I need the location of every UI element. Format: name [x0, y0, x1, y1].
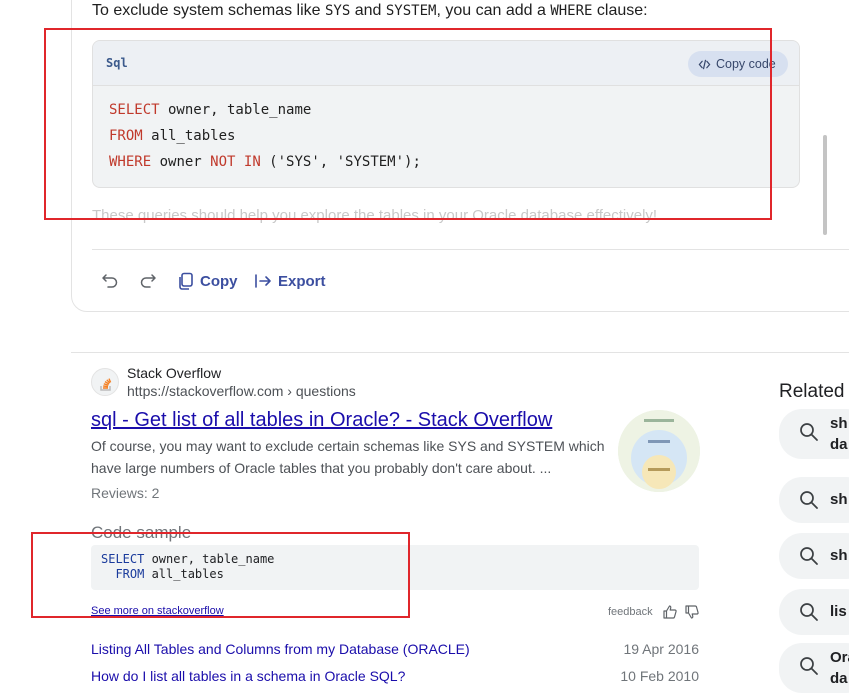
copy-label: Copy [200, 272, 238, 290]
section-divider [71, 352, 849, 353]
related-search-chip[interactable]: sh da [779, 409, 849, 459]
result-thumbnail[interactable] [618, 410, 700, 492]
result-snippet: Of course, you may want to exclude certa… [91, 438, 605, 476]
result-reviews: Reviews: 2 [91, 485, 160, 501]
thumbs-down-icon[interactable] [684, 604, 700, 620]
annotation-highlight-box [31, 532, 410, 618]
answer-intro-text: To exclude system schemas like SYS and S… [92, 2, 648, 19]
related-heading: Related [779, 381, 845, 402]
related-search-text: sh da [830, 415, 848, 453]
related-search-chip[interactable]: lis [779, 589, 849, 635]
search-icon [800, 657, 818, 675]
answer-divider [92, 249, 849, 250]
stackoverflow-favicon [91, 368, 119, 396]
export-button[interactable]: Export [254, 270, 326, 292]
annotation-highlight-box [44, 28, 772, 220]
scrollbar-thumb[interactable] [823, 135, 827, 235]
search-icon [800, 547, 818, 565]
related-question-date: 10 Feb 2010 [620, 668, 699, 684]
feedback-link[interactable]: feedback [608, 606, 653, 618]
related-search-text: sh [830, 547, 848, 564]
search-icon [800, 491, 818, 509]
related-search-text: sh [830, 491, 848, 508]
export-label: Export [278, 272, 326, 290]
redo-icon[interactable] [138, 271, 158, 291]
thumbs-up-icon[interactable] [662, 604, 678, 620]
search-icon [800, 423, 818, 441]
search-icon [800, 603, 818, 621]
related-search-chip[interactable]: sh [779, 533, 849, 579]
related-search-text: Orada [830, 649, 849, 687]
result-title-link[interactable]: sql - Get list of all tables in Oracle? … [91, 409, 552, 432]
copy-button[interactable]: Copy [178, 270, 238, 292]
result-site-url[interactable]: https://stackoverflow.com › questions [127, 383, 356, 399]
copy-icon [179, 272, 193, 290]
related-question-date: 19 Apr 2016 [623, 641, 699, 657]
related-question-link[interactable]: Listing All Tables and Columns from my D… [91, 641, 470, 657]
related-question-link[interactable]: How do I list all tables in a schema in … [91, 668, 405, 684]
related-search-chip[interactable]: sh [779, 477, 849, 523]
export-icon [255, 274, 271, 288]
related-search-text: lis [830, 603, 847, 620]
result-site-name: Stack Overflow [127, 365, 222, 381]
undo-icon[interactable] [100, 271, 120, 291]
related-search-chip[interactable]: Orada [779, 643, 849, 693]
